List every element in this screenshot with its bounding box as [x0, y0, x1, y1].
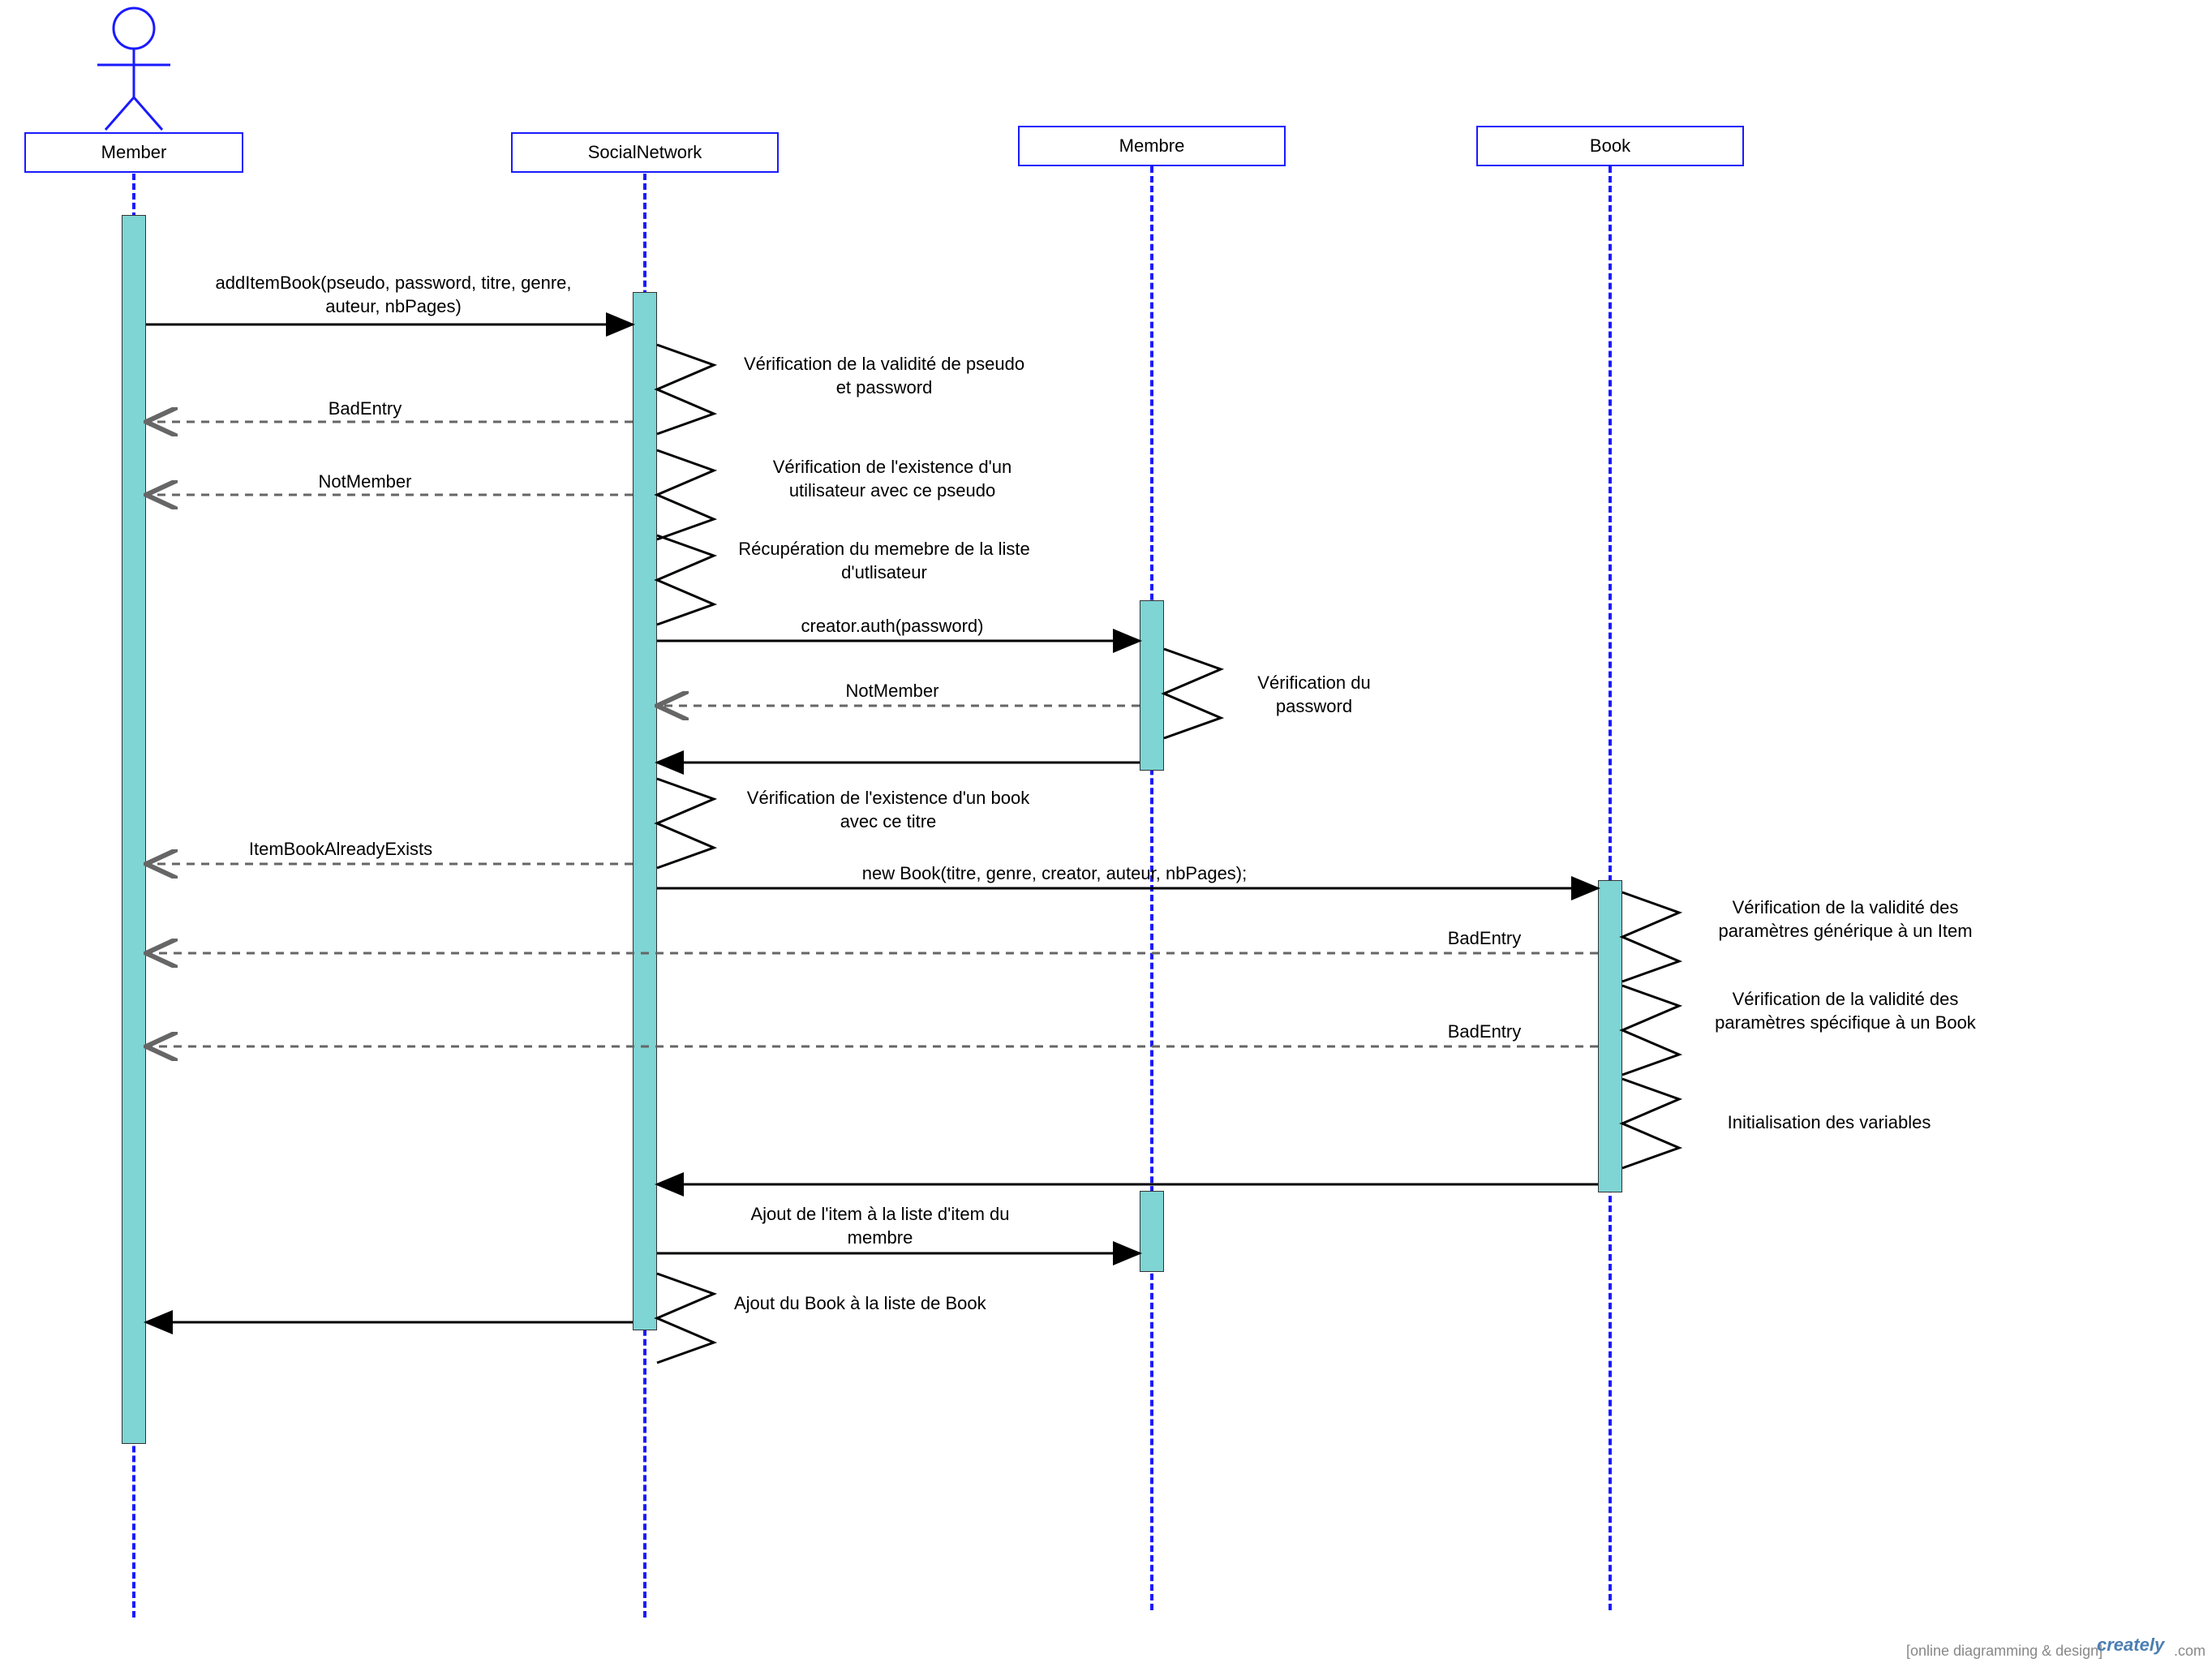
msg-newbook: new Book(titre, genre, creator, auteur, … [811, 862, 1298, 886]
self-verif-generic: Vérification de la validité des paramètr… [1699, 896, 1991, 943]
msg-badentry-3: BadEntry [1403, 1020, 1566, 1044]
self-verif-book: Vérification de l'existence d'un book av… [738, 787, 1038, 833]
self-verif-user: Vérification de l'existence d'un utilisa… [738, 456, 1046, 502]
footer-suffix: .com [2174, 1643, 2206, 1660]
self-ajout-book: Ajout du Book à la liste de Book [734, 1292, 1042, 1316]
msg-badentry-2: BadEntry [1403, 927, 1566, 951]
msg-notmember-2: NotMember [758, 680, 1026, 703]
footer-brand: creately [2097, 1635, 2164, 1656]
msg-itemexists: ItemBookAlreadyExists [219, 838, 462, 861]
msg-additembook: addItemBook(pseudo, password, titre, gen… [215, 272, 572, 318]
msg-creatorauth: creator.auth(password) [758, 615, 1026, 638]
self-init: Initialisation des variables [1699, 1111, 1959, 1135]
self-verif-pseudo: Vérification de la validité de pseudo et… [738, 353, 1030, 399]
self-recup-membre: Récupération du memebre de la liste d'ut… [738, 538, 1030, 584]
arrows-layer [0, 0, 2212, 1667]
msg-notmember-1: NotMember [284, 470, 446, 494]
self-verif-specific: Vérification de la validité des paramètr… [1699, 988, 1991, 1034]
self-verif-password: Vérification du password [1233, 672, 1395, 718]
msg-badentry-1: BadEntry [284, 397, 446, 421]
footer-tagline: [online diagramming & design] [1906, 1643, 2102, 1660]
msg-ajout-item: Ajout de l'item à la liste d'item du mem… [738, 1203, 1022, 1249]
